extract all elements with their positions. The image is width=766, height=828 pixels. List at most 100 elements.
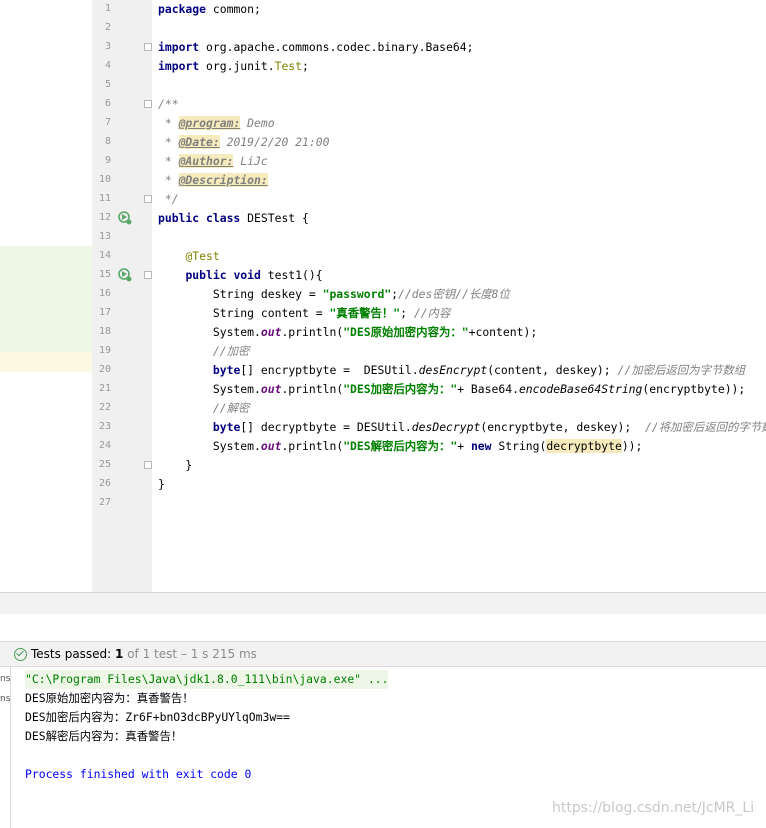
code-token: byte	[212, 363, 241, 377]
editor-status-strip	[0, 592, 766, 616]
code-token: import	[158, 40, 200, 54]
line-number: 8	[104, 136, 111, 147]
code-token: /**	[158, 97, 179, 111]
code-token: ));	[621, 439, 643, 453]
console-side-strip: ns ns	[0, 667, 11, 828]
run-test-icon[interactable]	[118, 211, 132, 225]
fold-marker-icon[interactable]	[144, 100, 152, 108]
code-token: common;	[206, 2, 261, 16]
line-number: 9	[104, 155, 111, 166]
code-token: +	[457, 439, 471, 453]
code-line: String deskey = "password";//des密钥//长度8位	[158, 285, 510, 304]
line-number: 27	[98, 497, 111, 508]
run-test-icon[interactable]	[118, 268, 132, 282]
code-token: @Date:	[178, 135, 220, 149]
code-line: System.out.println("DES解密后内容为："+ new Str…	[158, 437, 642, 456]
line-number: 7	[104, 117, 111, 128]
code-token: .println(	[281, 325, 344, 339]
check-circle-icon	[14, 648, 27, 661]
code-token: *	[158, 154, 179, 168]
code-token: *	[158, 173, 179, 187]
code-token: @Description:	[178, 173, 268, 187]
code-token: [] decryptbyte = DESUtil.	[240, 420, 412, 434]
code-line: */	[158, 190, 179, 209]
code-token: Test	[274, 59, 303, 73]
code-line: byte[] encryptbyte = DESUtil.desEncrypt(…	[158, 361, 745, 380]
project-panel-edge	[0, 0, 93, 592]
code-token: */	[158, 192, 179, 206]
code-token: "DES原始加密内容为："	[343, 325, 469, 339]
fold-marker-icon[interactable]	[144, 43, 152, 51]
code-token: (content, deskey);	[487, 363, 618, 377]
line-number: 23	[98, 421, 111, 432]
code-line: /**	[158, 95, 179, 114]
code-line: import org.apache.commons.codec.binary.B…	[158, 38, 473, 57]
code-token: //加密	[212, 344, 250, 358]
code-line: System.out.println("DES加密后内容为："+ Base64.…	[158, 380, 745, 399]
code-token: out	[260, 382, 282, 396]
code-token: import	[158, 59, 200, 73]
strip-label: ns	[0, 694, 11, 704]
line-number: 1	[104, 3, 111, 14]
code-token: @program:	[178, 116, 241, 130]
code-token: ;	[302, 59, 309, 73]
watermark-text: https://blog.csdn.net/JcMR_Li	[552, 800, 755, 816]
code-token: LiJc	[233, 154, 268, 168]
line-number: 19	[98, 345, 111, 356]
code-token: ;	[400, 306, 414, 320]
line-number: 21	[98, 383, 111, 394]
line-number: 11	[98, 193, 111, 204]
code-token: new	[470, 439, 492, 453]
code-line: String content = "真香警告！"; //内容	[158, 304, 450, 323]
fold-marker-icon[interactable]	[144, 271, 152, 279]
line-number: 10	[98, 174, 111, 185]
code-token: out	[260, 325, 282, 339]
code-token: package	[158, 2, 207, 16]
line-number: 2	[104, 22, 111, 33]
code-token: desDecrypt	[411, 420, 481, 434]
test-results-bar: Tests passed: 1 of 1 test – 1 s 215 ms	[0, 641, 766, 667]
code-token: String(	[491, 439, 547, 453]
console-output-line: DES加密后内容为：Zr6F+bnO3dcBPyUYlqOm3w==	[25, 710, 290, 724]
fold-marker-icon[interactable]	[144, 195, 152, 203]
line-number: 16	[98, 288, 111, 299]
line-number: 3	[104, 41, 111, 52]
code-token: "password"	[322, 287, 392, 301]
line-number: 14	[98, 250, 111, 261]
code-line: //加密	[158, 342, 250, 361]
line-number: 13	[98, 231, 111, 242]
code-token: *	[158, 135, 179, 149]
line-number: 17	[98, 307, 111, 318]
code-line: * @Date: 2019/2/20 21:00	[158, 133, 329, 152]
code-token: @Author:	[178, 154, 234, 168]
code-line: byte[] decryptbyte = DESUtil.desDecrypt(…	[158, 418, 766, 437]
fold-marker-icon[interactable]	[144, 461, 152, 469]
code-line: import org.junit.Test;	[158, 57, 309, 76]
code-token: *	[158, 116, 179, 130]
code-token: String content =	[158, 306, 330, 320]
editor-gutter[interactable]: 1 2 3 4 5 6 7 8 9 10 11 12 13 14 15 16 17 18 19 20 21 22 23 24 2…	[92, 0, 153, 592]
code-token: ;	[391, 287, 399, 301]
code-token: test1(){	[260, 268, 323, 282]
changed-lines-highlight	[0, 246, 92, 352]
code-token: System.	[158, 439, 261, 453]
line-number: 6	[104, 98, 111, 109]
code-editor[interactable]: package common; import org.apache.commons…	[152, 0, 766, 592]
line-number: 20	[98, 364, 111, 375]
line-number: 25	[98, 459, 111, 470]
code-token: decryptbyte	[546, 439, 622, 453]
code-token: [] encryptbyte = DESUtil.	[240, 363, 419, 377]
line-number: 12	[98, 212, 111, 223]
console-output-line: DES原始加密内容为：真香警告！	[25, 691, 194, 705]
code-line: System.out.println("DES原始加密内容为："+content…	[158, 323, 537, 342]
code-line: * @program: Demo	[158, 114, 275, 133]
code-token: org.junit.	[199, 59, 275, 73]
line-number: 15	[98, 269, 111, 280]
code-token: byte	[212, 420, 241, 434]
code-token: + Base64.	[457, 382, 519, 396]
